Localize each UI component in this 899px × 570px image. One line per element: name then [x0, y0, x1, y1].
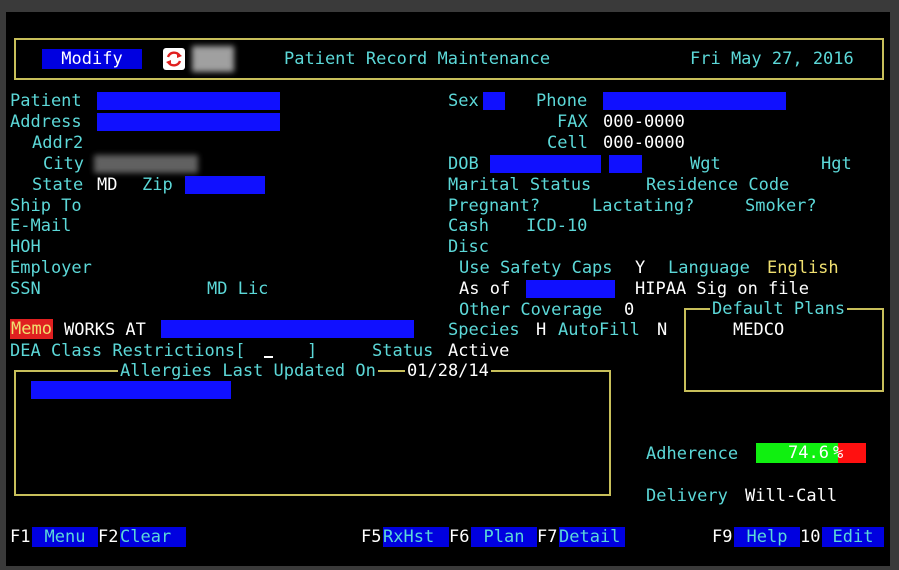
ssn-label: SSN — [10, 279, 41, 299]
refresh-icon[interactable] — [163, 48, 185, 70]
cell-value[interactable]: 000-0000 — [603, 133, 685, 153]
sex-field[interactable] — [483, 92, 505, 110]
patient-field[interactable] — [97, 92, 280, 110]
safety-caps-value[interactable]: Y — [635, 258, 645, 278]
screen-title: Patient Record Maintenance — [284, 49, 551, 69]
fax-label: FAX — [557, 112, 588, 132]
delivery-value[interactable]: Will-Call — [745, 486, 837, 506]
status-value: Active — [448, 341, 510, 361]
fkey-f9-key: F9 — [712, 527, 733, 547]
mode-indicator[interactable]: Modify — [42, 49, 142, 69]
fkey-plan-button[interactable]: Plan — [471, 527, 537, 547]
allergies-label: Allergies Last Updated On — [118, 361, 378, 381]
memo-label: Memo — [10, 319, 53, 339]
fax-value[interactable]: 000-0000 — [603, 112, 685, 132]
memo-field[interactable] — [161, 320, 414, 338]
lactating-label: Lactating? — [592, 196, 695, 216]
safety-caps-label: Use Safety Caps — [459, 258, 613, 278]
fkey-rxhst-button[interactable]: RxHst — [383, 527, 449, 547]
default-plan-value[interactable]: MEDCO — [733, 320, 784, 340]
addr2-label: Addr2 — [32, 133, 84, 153]
allergies-date: 01/28/14 — [405, 361, 491, 381]
phone-field[interactable] — [603, 92, 786, 110]
adherence-bar: 74.6 % — [756, 443, 866, 463]
text-cursor — [264, 356, 273, 358]
dea-label: DEA Class Restrictions[ — [10, 341, 246, 361]
md-lic-label: MD Lic — [207, 279, 269, 299]
fkey-menu-button[interactable]: Menu — [32, 527, 98, 547]
age-field[interactable] — [609, 155, 642, 173]
zip-label: Zip — [142, 175, 173, 195]
refresh-icon-glyph — [166, 51, 182, 67]
header-date: Fri May 27, 2016 — [690, 49, 854, 69]
redacted-user-id — [192, 46, 234, 72]
fkey-f1-key: F1 — [10, 527, 31, 547]
status-label: Status — [372, 341, 434, 361]
other-coverage-value[interactable]: 0 — [624, 300, 634, 320]
hgt-label: Hgt — [821, 154, 852, 174]
dob-label: DOB — [448, 154, 479, 174]
autofill-value[interactable]: N — [657, 320, 667, 340]
address-field[interactable] — [97, 113, 280, 131]
city-field-redacted[interactable] — [94, 155, 198, 173]
pregnant-label: Pregnant? — [448, 196, 541, 216]
fkey-help-button[interactable]: Help — [734, 527, 800, 547]
disc-label: Disc — [448, 237, 489, 257]
autofill-label: AutoFill — [558, 320, 640, 340]
allergy-entry[interactable] — [31, 381, 231, 399]
default-plans-label: Default Plans — [710, 299, 848, 319]
as-of-label: As of — [459, 279, 511, 299]
residence-code-label: Residence Code — [646, 175, 790, 195]
hipaa-status: HIPAA Sig on file — [635, 279, 809, 299]
adherence-label: Adherence — [646, 444, 739, 464]
phone-label: Phone — [536, 91, 588, 111]
adherence-value: 74.6 — [788, 443, 829, 463]
species-label: Species — [448, 320, 520, 340]
fkey-f10-key: 10 — [800, 527, 821, 547]
state-label: State — [32, 175, 84, 195]
dea-close-bracket: ] — [307, 341, 318, 361]
cell-label: Cell — [547, 133, 588, 153]
cash-label: Cash — [448, 216, 489, 236]
fkey-f5-key: F5 — [361, 527, 382, 547]
ship-to-label: Ship To — [10, 196, 82, 216]
other-coverage-label: Other Coverage — [459, 300, 603, 320]
state-value[interactable]: MD — [97, 175, 117, 195]
smoker-label: Smoker? — [745, 196, 817, 216]
dob-field[interactable] — [490, 155, 601, 173]
species-value[interactable]: H — [536, 320, 546, 340]
sex-label: Sex — [448, 91, 479, 111]
delivery-label: Delivery — [646, 486, 728, 506]
adherence-percent-sign: % — [833, 443, 844, 463]
language-value[interactable]: English — [767, 258, 839, 278]
city-label: City — [43, 154, 84, 174]
patient-label: Patient — [10, 91, 82, 111]
email-label: E-Mail — [10, 216, 72, 236]
hoh-label: HOH — [10, 237, 41, 257]
fkey-f7-key: F7 — [537, 527, 558, 547]
fkey-f6-key: F6 — [449, 527, 470, 547]
zip-field[interactable] — [185, 176, 265, 194]
as-of-field[interactable] — [526, 280, 615, 298]
wgt-label: Wgt — [690, 154, 721, 174]
fkey-clear-button[interactable]: Clear — [120, 527, 186, 547]
fkey-f2-key: F2 — [98, 527, 119, 547]
employer-label: Employer — [10, 258, 92, 278]
address-label: Address — [10, 112, 82, 132]
icd10-label: ICD-10 — [526, 216, 588, 236]
fkey-edit-button[interactable]: Edit — [822, 527, 884, 547]
language-label: Language — [668, 258, 750, 278]
marital-status-label: Marital Status — [448, 175, 592, 195]
memo-value: WORKS AT — [64, 320, 146, 340]
fkey-detail-button[interactable]: Detail — [559, 527, 625, 547]
